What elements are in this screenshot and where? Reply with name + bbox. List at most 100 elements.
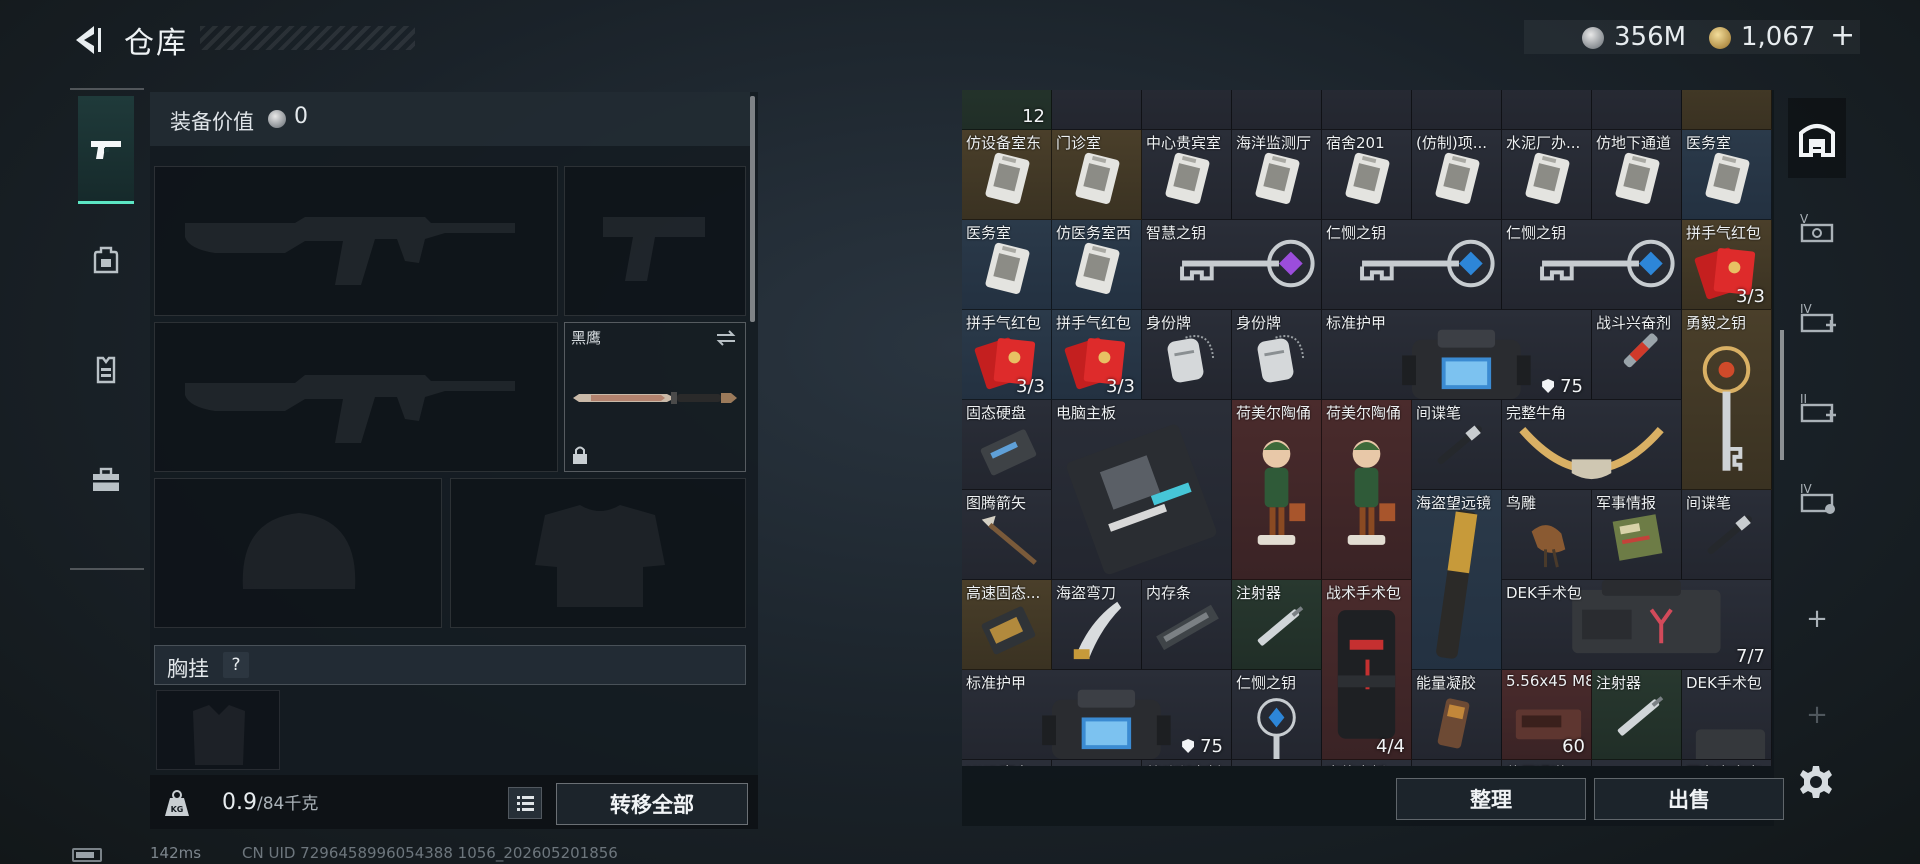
- chest-rig-slot[interactable]: [156, 690, 280, 770]
- stash-cell[interactable]: [1142, 90, 1232, 130]
- stash-item[interactable]: 中心贵宾室: [1142, 130, 1232, 220]
- stash-item[interactable]: 仿医通道: [1502, 760, 1592, 766]
- stash-item[interactable]: 电脑主板: [1052, 400, 1232, 580]
- stash-item[interactable]: 宿舍201: [1322, 130, 1412, 220]
- stash-item[interactable]: HUD赛卡: [962, 760, 1052, 766]
- stash-item[interactable]: 仿医务室西: [1052, 220, 1142, 310]
- stash-item[interactable]: 勇毅之钥: [1682, 310, 1772, 490]
- stash-item[interactable]: 军事情报: [1592, 490, 1682, 580]
- stash-item[interactable]: (仿制)项...: [1412, 130, 1502, 220]
- stash-item[interactable]: 能量凝胶: [1412, 670, 1502, 760]
- sell-button[interactable]: 出售: [1594, 778, 1784, 820]
- item-name: 勇毅之钥: [1686, 314, 1747, 332]
- stash-item[interactable]: 战斗兴奋剂: [1142, 760, 1232, 766]
- stash-item[interactable]: 标准护甲 75: [962, 670, 1232, 760]
- secondary-weapon-slot[interactable]: [154, 322, 558, 472]
- equipment-scrollbar[interactable]: [750, 96, 755, 322]
- stash-item[interactable]: DEK手术包: [1682, 670, 1772, 760]
- stash-item[interactable]: 注射器: [1592, 670, 1682, 760]
- stash-item[interactable]: 智慧之钥: [1142, 220, 1322, 310]
- stash-item[interactable]: 战斗兴奋剂: [1592, 310, 1682, 400]
- melee-slot[interactable]: 黑鹰: [564, 322, 746, 472]
- transfer-all-button[interactable]: 转移全部: [556, 783, 748, 825]
- stash-item[interactable]: 5.56x45 M855 60: [1502, 670, 1592, 760]
- list-view-button[interactable]: [508, 787, 542, 819]
- stash-item[interactable]: 身份牌: [1142, 310, 1232, 400]
- stash-item[interactable]: 拼手气红包 3/3: [1052, 310, 1142, 400]
- item-name: 战斗兴奋剂: [1146, 762, 1221, 766]
- item-name: 智慧之钥: [1146, 224, 1207, 242]
- tab-backpack[interactable]: [78, 206, 134, 314]
- stash-cell[interactable]: [1592, 90, 1682, 130]
- stash-item[interactable]: 注射器: [1232, 580, 1322, 670]
- help-icon[interactable]: ?: [223, 652, 249, 678]
- tab-weapons[interactable]: [78, 96, 134, 204]
- stash-item[interactable]: 海盗望远镜: [1412, 490, 1502, 670]
- stash-item[interactable]: 拼手气红包 3/3: [962, 310, 1052, 400]
- stash-item[interactable]: 仁恻之钥: [1322, 220, 1502, 310]
- tab-vest[interactable]: [78, 316, 134, 424]
- stash-cell[interactable]: [1052, 90, 1142, 130]
- stash-item[interactable]: 固态硬盘: [962, 400, 1052, 490]
- stash-item[interactable]: 身份牌: [1232, 310, 1322, 400]
- add-currency-button[interactable]: +: [1830, 18, 1855, 53]
- stash-item[interactable]: 夜能电板: [1322, 760, 1412, 766]
- stash-item[interactable]: 医务室南室: [1682, 760, 1772, 766]
- stash-item[interactable]: 间谍笔: [1412, 400, 1502, 490]
- stash-item[interactable]: [1232, 760, 1322, 766]
- tab-case-ii[interactable]: II: [1788, 368, 1846, 448]
- stash-cell[interactable]: [1502, 90, 1592, 130]
- sidearm-slot[interactable]: [564, 166, 746, 316]
- tab-case-iv[interactable]: IV: [1788, 278, 1846, 358]
- backpack-icon: [93, 246, 119, 274]
- stash-item[interactable]: 仿地下通道: [1592, 130, 1682, 220]
- stash-item[interactable]: 战术手术包 4/4: [1322, 580, 1412, 760]
- stash-item[interactable]: 拼手气红包 3/3: [1682, 220, 1772, 310]
- item-name: 海盗弯刀: [1056, 584, 1117, 602]
- stash-item[interactable]: 完整牛角: [1502, 400, 1682, 490]
- stash-cell[interactable]: [1232, 90, 1322, 130]
- stash-item[interactable]: [1052, 760, 1142, 766]
- stash-scrollbar[interactable]: [1780, 330, 1784, 460]
- tab-case-v[interactable]: V: [1788, 188, 1846, 268]
- tab-medical[interactable]: [78, 426, 134, 534]
- stash-item[interactable]: 医务室: [962, 220, 1052, 310]
- stash-item[interactable]: 仁恻之钥: [1232, 670, 1322, 760]
- stash-item[interactable]: 图腾箭矢: [962, 490, 1052, 580]
- tab-main-stash[interactable]: [1788, 98, 1846, 178]
- item-name: 鸟雕: [1506, 494, 1537, 512]
- swap-icon[interactable]: [715, 329, 737, 347]
- stash-item[interactable]: 间谍笔: [1682, 490, 1772, 580]
- armor-slot[interactable]: [450, 478, 746, 628]
- stash-item[interactable]: 医务室: [1682, 130, 1772, 220]
- tidy-button[interactable]: 整理: [1396, 778, 1586, 820]
- helmet-slot[interactable]: [154, 478, 442, 628]
- stash-item[interactable]: 仿设备室东: [962, 130, 1052, 220]
- primary-weapon-slot[interactable]: [154, 166, 558, 316]
- item-name: 海盗望远镜: [1416, 494, 1492, 512]
- stash-item[interactable]: 水泥厂办...: [1502, 130, 1592, 220]
- stash-tabs: V IV II IV + +: [1788, 88, 1846, 758]
- stash-cell[interactable]: 12: [962, 90, 1052, 130]
- stash-item[interactable]: 海洋监测厅: [1232, 130, 1322, 220]
- back-arrow-icon[interactable]: [68, 20, 108, 60]
- stash-item[interactable]: 荷美尔陶俑: [1322, 400, 1412, 580]
- stash-item[interactable]: 内存条: [1142, 580, 1232, 670]
- stash-item[interactable]: 仁恻之钥: [1502, 220, 1682, 310]
- stash-item[interactable]: 标准护甲 75: [1322, 310, 1592, 400]
- stash-item[interactable]: 海盗弯刀: [1052, 580, 1142, 670]
- stash-item[interactable]: [1592, 760, 1682, 766]
- stash-cell[interactable]: [1412, 90, 1502, 130]
- stash-item[interactable]: 荷美尔陶俑: [1232, 400, 1322, 580]
- settings-gear-icon[interactable]: [1798, 764, 1834, 800]
- stash-cell[interactable]: [1322, 90, 1412, 130]
- stash-item[interactable]: 鸟雕: [1502, 490, 1592, 580]
- add-case-button[interactable]: +: [1788, 604, 1846, 634]
- stash-item[interactable]: DEK手术包 7/7: [1502, 580, 1772, 670]
- figurine-icon: [1257, 440, 1306, 545]
- stash-cell[interactable]: [1682, 90, 1772, 130]
- tab-case-iv-b[interactable]: IV: [1788, 458, 1846, 538]
- stash-item[interactable]: 门诊室: [1052, 130, 1142, 220]
- stash-item[interactable]: [1412, 760, 1502, 766]
- stash-item[interactable]: 高速固态...: [962, 580, 1052, 670]
